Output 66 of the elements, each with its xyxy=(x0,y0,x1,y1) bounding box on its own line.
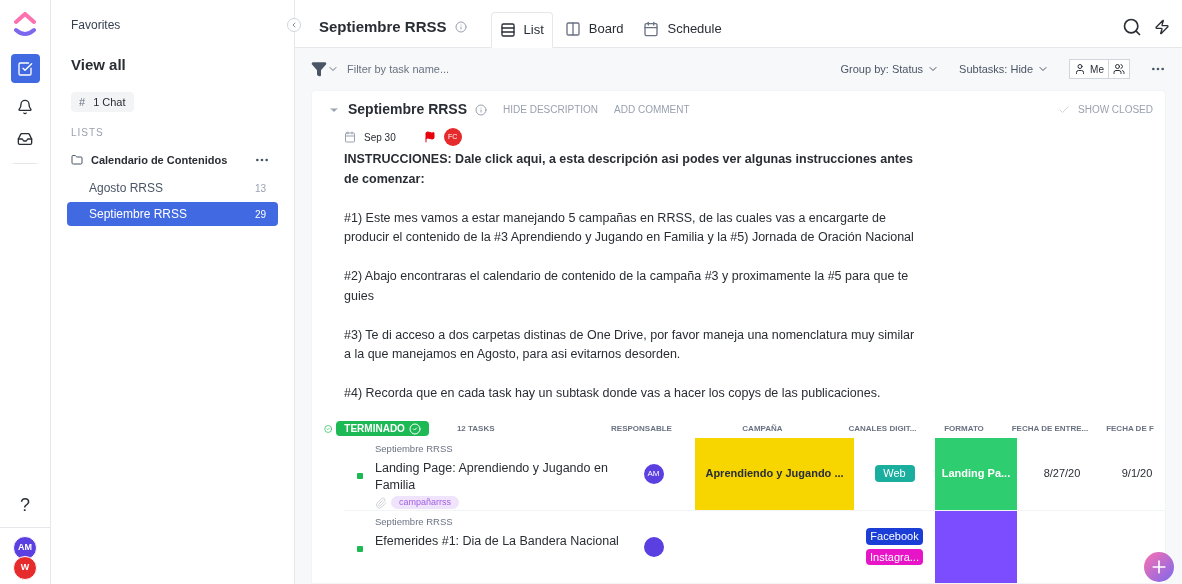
column-header[interactable]: FORMATO xyxy=(923,422,1005,435)
help-icon[interactable]: ? xyxy=(20,492,30,519)
status-square[interactable] xyxy=(357,545,363,552)
inbox-icon[interactable] xyxy=(17,131,33,147)
user-avatar[interactable]: W xyxy=(13,556,37,580)
user-avatar[interactable]: AM xyxy=(13,536,37,560)
chevron-left-icon xyxy=(290,21,298,29)
people-icon xyxy=(1113,63,1125,75)
date-cell[interactable]: 9/1/20 xyxy=(1121,465,1153,482)
description-paragraph: #3) Te di acceso a dos carpetas distinas de One Drive, por favor maneja una nomenclatura muy similar a la que manejamos en Agosto, para asi evitarnos desorden. xyxy=(344,326,916,363)
checkbox-icon xyxy=(17,60,33,77)
task-list-name: Septiembre RRSS xyxy=(375,514,454,529)
notifications-icon[interactable] xyxy=(17,99,33,115)
due-date[interactable]: Sep 30 xyxy=(364,129,396,145)
description-title: Septiembre RRSS xyxy=(348,100,468,119)
task-count: 12 TASKS xyxy=(456,422,496,435)
status-square[interactable] xyxy=(357,472,363,479)
person-icon xyxy=(1074,63,1087,75)
column-header[interactable]: FECHA DE F xyxy=(1095,422,1165,435)
folder-icon xyxy=(71,153,83,166)
task-list-name: Septiembre RRSS xyxy=(375,441,454,456)
list-icon xyxy=(499,22,516,38)
campaign-cell[interactable]: Aprendiendo y Jugando ... xyxy=(695,437,854,510)
tag[interactable]: campañarrss xyxy=(391,495,460,510)
folder-name[interactable]: Calendario de Contenidos xyxy=(91,151,254,168)
description-paragraph: INSTRUCCIONES: Dale click aqui, a esta descripción asi podes ver algunas instrucciones antes de comenzar: xyxy=(344,151,914,188)
task-name[interactable]: Efemerides #1: Dia de La Bandera Nacional xyxy=(375,532,623,550)
group-by-dropdown[interactable]: Group by: Status xyxy=(840,60,940,78)
column-header[interactable]: CANALES DIGIT... xyxy=(842,422,923,435)
description-paragraph: #2) Abajo encontraras el calendario de contenido de la campaña #3 y proximamente la #5 para que te guies xyxy=(344,268,910,305)
task-name[interactable]: Landing Page: Aprendiendo y Jugando en Familia xyxy=(375,459,623,494)
list-item[interactable]: Septiembre RRSS 29 xyxy=(67,202,278,226)
filter-icon[interactable] xyxy=(311,61,327,77)
list-item[interactable]: Agosto RRSS 13 xyxy=(67,176,278,200)
subtasks-dropdown[interactable]: Subtasks: Hide xyxy=(959,60,1050,78)
channel-label[interactable]: Facebook xyxy=(866,528,923,545)
column-header[interactable]: RESPONSABLE xyxy=(600,422,683,435)
view-tab[interactable]: Board xyxy=(556,11,632,47)
me-button[interactable]: Me xyxy=(1069,59,1109,79)
lists-label: LISTS xyxy=(71,125,105,140)
search-icon[interactable] xyxy=(1122,17,1142,37)
list-title: Septiembre RRSS xyxy=(319,16,447,37)
filter-field[interactable]: Filter by task name... xyxy=(347,60,547,78)
assignee-avatar[interactable]: AM xyxy=(643,463,664,484)
favorites-title: Favorites xyxy=(71,17,122,34)
description-paragraph: #1) Este mes vamos a estar manejando 5 campañas en RRSS, de las cuales vas a encargarte de producir el contenido de la #3 Aprendiendo y Jugando en Familia y la #5) Jornada de Oración Nacional xyxy=(344,209,915,246)
column-header[interactable]: FECHA DE ENTRE... xyxy=(1005,422,1095,435)
calendar-icon xyxy=(344,131,356,143)
assignee-avatar[interactable] xyxy=(643,536,664,557)
delivery-date[interactable]: 8/27/20 xyxy=(1043,465,1081,482)
logo-icon[interactable] xyxy=(13,12,37,38)
board-icon xyxy=(564,21,581,37)
column-header[interactable]: CAMPAÑA xyxy=(683,422,842,435)
view-all-link[interactable]: View all xyxy=(71,54,278,77)
check-circle-icon xyxy=(408,422,421,435)
view-tab[interactable]: List xyxy=(490,12,553,48)
flag-icon[interactable] xyxy=(423,131,436,143)
chat-chip[interactable]: # 1 Chat xyxy=(71,91,134,112)
channel-label[interactable]: Instagra... xyxy=(866,548,923,565)
format-cell[interactable] xyxy=(935,510,1017,583)
lightning-icon[interactable] xyxy=(1154,19,1170,35)
tasks-button[interactable] xyxy=(10,54,40,83)
people-button[interactable] xyxy=(1109,59,1130,79)
view-tab[interactable]: Schedule xyxy=(635,11,730,47)
calendar-icon xyxy=(643,21,660,37)
description-paragraph: #4) Recorda que en cada task hay un subtask donde vas a hacer los copys de las publicaciones. xyxy=(344,385,882,402)
